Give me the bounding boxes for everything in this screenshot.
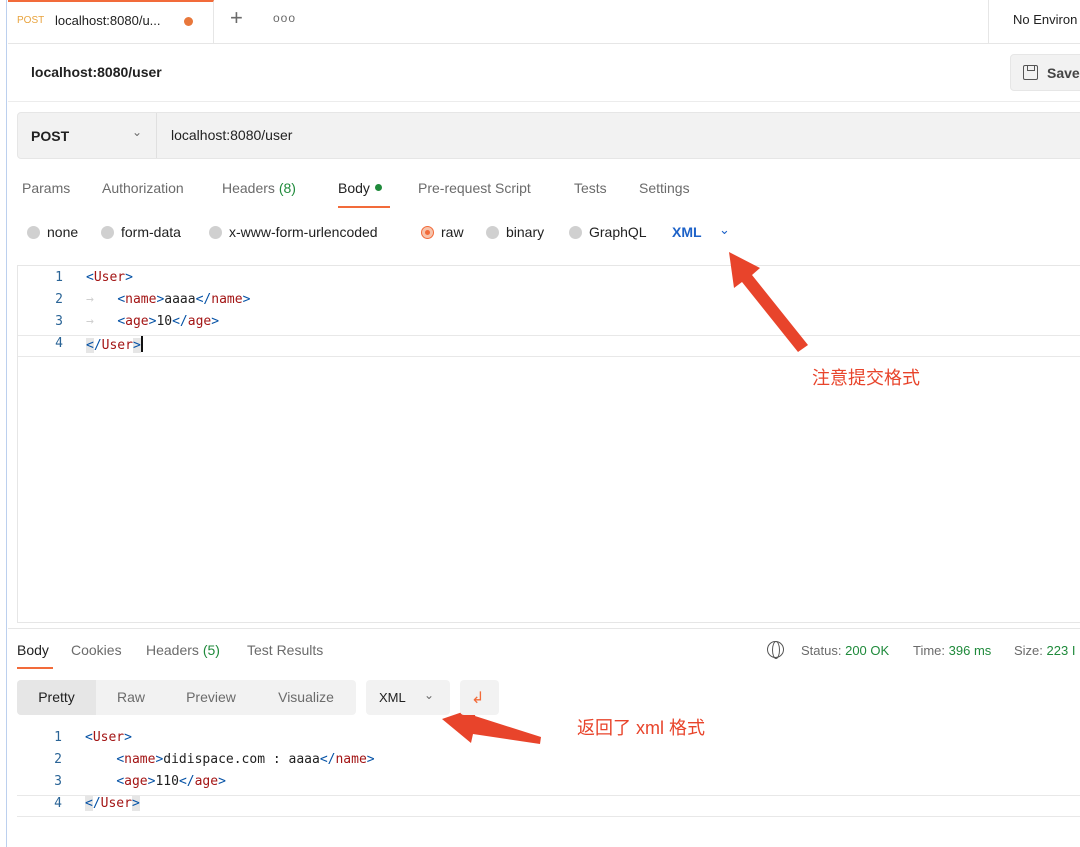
- time-readout[interactable]: Time: 396 ms: [913, 643, 991, 658]
- status-value: 200 OK: [845, 643, 890, 658]
- response-tab-headers-label: Headers: [146, 642, 199, 658]
- line-number: 4: [54, 796, 62, 811]
- response-format-label: XML: [379, 690, 406, 705]
- response-tab-cookies[interactable]: Cookies: [71, 642, 122, 658]
- response-view-toggle: Pretty Raw Preview Visualize: [17, 680, 356, 715]
- status-readout[interactable]: Status: 200 OK: [801, 643, 889, 658]
- view-raw-button[interactable]: Raw: [96, 680, 166, 715]
- code-content: <User>: [85, 730, 132, 745]
- xml-tag: name: [335, 752, 367, 767]
- annotation-format-note: 注意提交格式: [812, 368, 920, 388]
- xml-tag: name: [124, 752, 156, 767]
- arrow-to-format-icon: [729, 252, 808, 352]
- status-label: Status:: [801, 643, 842, 658]
- xml-value: didispace.com : aaaa: [163, 752, 320, 767]
- code-line: 3 <age>110</age>: [17, 774, 1080, 796]
- view-visualize-button[interactable]: Visualize: [256, 680, 356, 715]
- line-number: 3: [54, 774, 62, 789]
- code-line: 1 <User>: [17, 730, 1080, 752]
- view-pretty-button[interactable]: Pretty: [17, 680, 96, 715]
- view-preview-button[interactable]: Preview: [166, 680, 256, 715]
- wrap-lines-icon: ↲: [471, 690, 485, 707]
- time-value: 396 ms: [948, 643, 992, 658]
- chevron-down-icon: ⌄: [424, 688, 435, 702]
- size-label: Size:: [1014, 643, 1043, 658]
- code-content: <name>didispace.com : aaaa</name>: [116, 752, 375, 767]
- response-tab-body[interactable]: Body: [17, 642, 49, 658]
- xml-tag: age: [194, 774, 219, 789]
- code-line: 4 </User>: [17, 795, 1080, 817]
- line-number: 2: [54, 752, 62, 767]
- annotation-arrows: [442, 252, 808, 744]
- divider: [8, 628, 1080, 629]
- wrap-lines-button[interactable]: ↲: [460, 680, 499, 715]
- response-format-select[interactable]: XML ⌄: [366, 680, 450, 715]
- response-body-viewer[interactable]: 1 <User> 2 <name>didispace.com : aaaa</n…: [17, 730, 1080, 830]
- size-readout[interactable]: Size: 223 I: [1014, 643, 1075, 658]
- code-content: </User>: [85, 796, 140, 811]
- line-number: 1: [54, 730, 62, 745]
- code-content: <age>110</age>: [116, 774, 226, 789]
- time-label: Time:: [913, 643, 946, 658]
- response-tab-headers-count: (5): [202, 642, 220, 658]
- response-tab-test-results[interactable]: Test Results: [247, 642, 323, 658]
- size-value: 223 I: [1046, 643, 1076, 658]
- response-tab-headers[interactable]: Headers (5): [146, 642, 220, 658]
- active-tab-underline: [17, 667, 53, 669]
- xml-value: 110: [155, 774, 179, 789]
- globe-icon[interactable]: [767, 641, 784, 659]
- xml-tag: age: [124, 774, 148, 789]
- code-line: 2 <name>didispace.com : aaaa</name>: [17, 752, 1080, 774]
